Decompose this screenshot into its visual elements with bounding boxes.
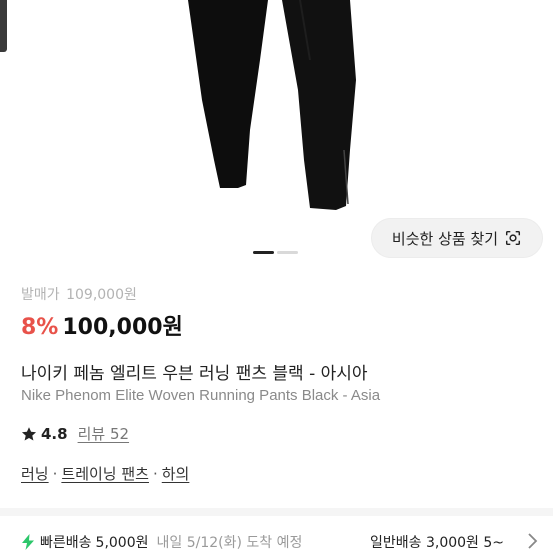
carousel-dot[interactable] [253,251,274,254]
shipping-options: 빠른배송 5,000원 내일 5/12(화) 도착 예정 일반배송 3,000원… [0,526,553,553]
find-similar-label: 비슷한 상품 찾기 [391,229,499,248]
product-photo [188,0,356,210]
product-title-english: Nike Phenom Elite Woven Running Pants Bl… [21,387,381,404]
product-title-korean: 나이키 페놈 엘리트 우븐 러닝 팬츠 블랙 - 아시아 [21,364,368,384]
original-price: 발매가 109,000원 [21,284,137,304]
chevron-right-icon[interactable] [525,532,539,550]
carousel-indicator [253,251,298,254]
star-icon [21,426,37,441]
rating-value: 4.8 [41,424,68,443]
original-price-value: 109,000원 [66,287,137,303]
search-lens-icon [506,230,521,246]
image-edge-strip [0,0,7,52]
normal-shipping-option[interactable]: 일반배송 3,000원 5~ [370,526,504,553]
discount-rate: 8% [21,315,59,340]
bolt-icon [22,534,34,550]
reviews-link[interactable]: 리뷰 52 [78,423,129,444]
product-image-area[interactable]: 비슷한 상품 찾기 [0,0,553,272]
fast-shipping-name: 빠른배송 [40,535,92,551]
category-running[interactable]: 러닝 [21,463,49,484]
category-bottoms[interactable]: 하의 [162,463,190,484]
rating-row: 4.8 리뷰 52 [21,423,129,444]
category-separator: · [52,464,58,483]
find-similar-button[interactable]: 비슷한 상품 찾기 [371,218,543,258]
fast-shipping-eta: 내일 5/12(화) 도착 예정 [156,535,303,551]
carousel-dot[interactable] [277,251,298,254]
category-training-pants[interactable]: 트레이닝 팬츠 [61,463,149,484]
category-breadcrumb: 러닝 · 트레이닝 팬츠 · 하의 [21,463,189,484]
fast-shipping-price: 5,000원 [95,535,149,551]
normal-shipping-text: 일반배송 3,000원 5~ [370,535,505,551]
section-divider [0,508,553,516]
fast-shipping-option[interactable]: 빠른배송 5,000원 내일 5/12(화) 도착 예정 [21,526,302,553]
original-price-label: 발매가 [21,287,60,303]
sale-price: 100,000원 [62,315,183,340]
category-separator: · [152,464,158,483]
price-row: 8% 100,000원 [21,309,183,341]
